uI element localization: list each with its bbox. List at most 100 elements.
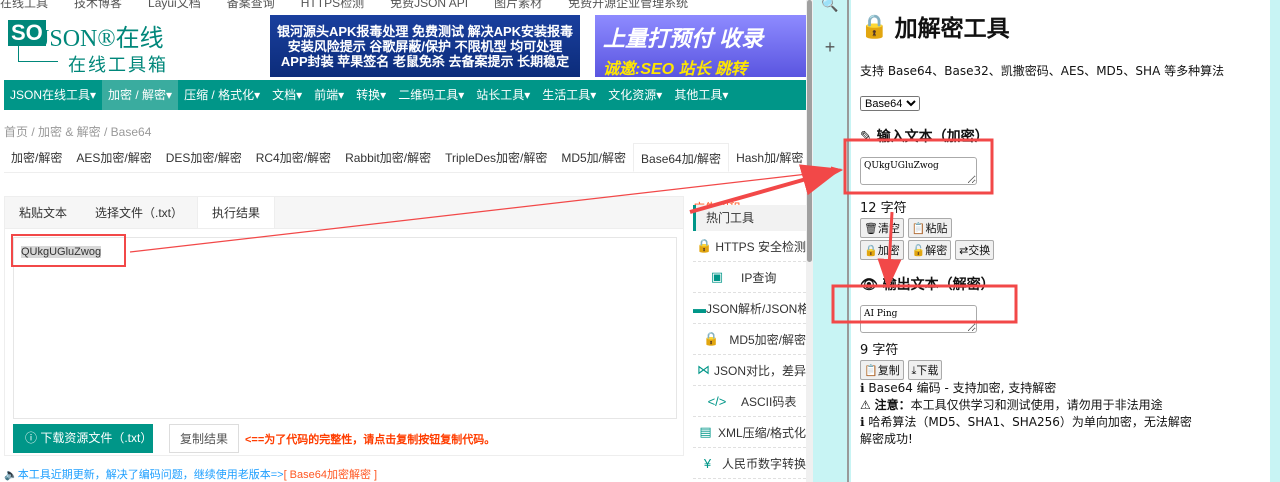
ad-line: 诚邀:SEO 站长 跳转 xyxy=(603,61,748,78)
tab[interactable]: MD5加/解密 xyxy=(554,143,633,172)
input-count: 12 字符 xyxy=(860,201,907,216)
nav-item-crypto[interactable]: 加密 / 解密▾ xyxy=(102,80,179,110)
tab-hash[interactable]: Hash加/解密 xyxy=(729,143,806,172)
ad-banner-seo[interactable]: 上量打预付 收录 诚邀:SEO 站长 跳转 xyxy=(595,15,806,78)
copy-result-button[interactable]: 复制结果 xyxy=(169,424,239,453)
status-text: 解密成功! xyxy=(860,432,913,446)
ad-line: 安装风险提示 谷歌屏蔽/保护 不限机型 均可处理 xyxy=(287,39,563,54)
nav-item[interactable]: 转换▾ xyxy=(350,80,392,110)
download-button[interactable]: ⤓下载 xyxy=(907,360,943,380)
hot-tool-item[interactable]: ⋈ JSON对比，差异 xyxy=(693,355,806,386)
plus-icon[interactable]: + xyxy=(813,37,847,58)
search-icon[interactable]: 🔍 xyxy=(813,0,847,13)
logo-line xyxy=(18,46,58,62)
scrollbar-thumb[interactable] xyxy=(807,0,812,262)
download-label: 下载资源文件（.txt） xyxy=(40,431,153,445)
tab-result[interactable]: 执行结果 xyxy=(197,197,276,228)
info-line: ℹ 哈希算法（MD5、SHA1、SHA256）为单向加密，无法解密 xyxy=(860,415,1192,429)
tab-file[interactable]: 选择文件（.txt） xyxy=(81,197,197,228)
nav-item[interactable]: 文化资源▾ xyxy=(602,80,668,110)
decrypt-button[interactable]: 🔓解密 xyxy=(907,240,952,260)
hot-tool-item[interactable]: ▬JSON解析/JSON格式化 xyxy=(693,293,806,324)
copy-warning: <==为了代码的完整性，请点击复制按钮复制代码。 xyxy=(245,434,496,446)
result-area[interactable]: QUkgUGluZwog xyxy=(13,237,677,419)
crypto-tool-panel: 🔒 加解密工具 支持 Base64、Base32、凯撒密码、AES、MD5、SHA… xyxy=(851,0,1270,482)
ad-banner-apk[interactable]: 银河源头APK报毒处理 免费测试 解决APK安装报毒 安装风险提示 谷歌屏蔽/保… xyxy=(270,15,580,77)
speaker-icon: 🔈 xyxy=(4,469,18,481)
xml-icon: ▤ xyxy=(699,424,712,439)
tool-description: 支持 Base64、Base32、凯撒密码、AES、MD5、SHA 等多种算法 xyxy=(860,64,1225,78)
top-link[interactable]: Layui文档 xyxy=(148,0,201,10)
old-version-link[interactable]: [ Base64加密解密 ] xyxy=(284,469,378,481)
output-textarea[interactable]: AI Ping xyxy=(860,305,977,333)
result-text: QUkgUGluZwog xyxy=(21,246,102,258)
output-heading: 输出文本（解密） xyxy=(882,277,995,293)
hot-tool-label: JSON对比，差异 xyxy=(713,363,806,378)
logo-json: JSON®在线 xyxy=(40,26,164,52)
hot-tool-item[interactable]: 🔒 HTTPS 安全检测 xyxy=(693,231,806,262)
hot-tool-label: IP查询 xyxy=(741,270,777,285)
encrypt-button[interactable]: 🔒加密 xyxy=(860,240,904,260)
hot-tool-item[interactable]: ¥ 人民币数字转换 xyxy=(693,448,806,479)
top-link[interactable]: HTTPS检测 xyxy=(301,0,364,10)
hot-tool-label: HTTPS 安全检测 xyxy=(715,239,806,254)
swap-button[interactable]: ⇄交换 xyxy=(955,240,995,260)
edit-icon: ✎ xyxy=(860,129,877,145)
main-nav: JSON在线工具▾ 加密 / 解密▾ 压缩 / 格式化▾ 文档▾ 前端▾ 转换▾… xyxy=(4,80,806,110)
tool-title: 加解密工具 xyxy=(894,16,1010,42)
sojson-page: 在线工具 技术博客 Layui文档 备案查询 HTTPS检测 免费JSON AP… xyxy=(0,0,806,482)
logo[interactable]: SO JSON®在线 在线工具箱 xyxy=(8,18,168,78)
top-link[interactable]: 图片素材 xyxy=(494,0,542,10)
nav-item[interactable]: 压缩 / 格式化▾ xyxy=(178,80,266,110)
hot-tools-title: 热门工具 xyxy=(693,205,806,231)
yen-icon: ¥ xyxy=(703,455,712,471)
tab[interactable]: Rabbit加密/解密 xyxy=(338,143,438,172)
clear-button[interactable]: 🗑清空 xyxy=(860,218,904,238)
ad-line: 银河源头APK报毒处理 免费测试 解决APK安装报毒 xyxy=(276,24,574,39)
nav-item[interactable]: 其他工具▾ xyxy=(668,80,734,110)
download-button[interactable]: ⓘ 下载资源文件（.txt） xyxy=(13,424,153,453)
top-links: 在线工具 技术博客 Layui文档 备案查询 HTTPS检测 免费JSON AP… xyxy=(0,0,741,215)
algorithm-select[interactable]: Base64 xyxy=(860,96,920,111)
scrollbar[interactable] xyxy=(806,0,813,482)
nav-item[interactable]: 生活工具▾ xyxy=(536,80,602,110)
hot-tool-item[interactable]: ▤ XML压缩/格式化 xyxy=(693,417,806,448)
note-text: 本工具近期更新，解决了编码问题，继续使用老版本=> xyxy=(17,469,284,481)
tab[interactable]: AES加密/解密 xyxy=(69,143,158,172)
top-link[interactable]: 免费JSON API xyxy=(390,0,468,10)
logo-sub: 在线工具箱 xyxy=(68,55,168,75)
nav-item[interactable]: 文档▾ xyxy=(266,80,308,110)
hot-tools: 热门工具 🔒HTTPS 安全检测▣IP查询▬JSON解析/JSON格式化 🔒 MD5… xyxy=(693,205,806,479)
top-link[interactable]: 备案查询 xyxy=(227,0,275,10)
lock-icon: 🔒 xyxy=(703,331,720,346)
top-link[interactable]: 在线工具 xyxy=(0,0,48,10)
hot-tool-label: XML压缩/格式化 xyxy=(717,425,806,440)
hot-tool-label: MD5加密/解密 xyxy=(729,332,806,347)
tool-panel: 粘贴文本 选择文件（.txt） 执行结果 QUkgUGluZwog ⓘ 下载资源… xyxy=(4,196,684,456)
hot-tool-item[interactable]: </> ASCII码表 xyxy=(693,386,806,417)
ad-line: 上量打预付 收录 xyxy=(603,26,764,51)
input-textarea[interactable]: QUkgUGluZwog xyxy=(860,157,977,185)
tab[interactable]: TripleDes加密/解密 xyxy=(438,143,554,172)
copy-button[interactable]: 📋复制 xyxy=(860,360,904,380)
output-count: 9 字符 xyxy=(860,343,899,358)
paste-button[interactable]: 📋粘贴 xyxy=(907,218,952,238)
tab-base64[interactable]: Base64加/解密 xyxy=(633,143,730,172)
update-note: 🔈本工具近期更新，解决了编码问题，继续使用老版本=>[ Base64加密解密 ] xyxy=(4,466,377,482)
hot-tool-item[interactable]: 🔒 MD5加密/解密 xyxy=(693,324,806,355)
top-link[interactable]: 免费开源企业管理系统 xyxy=(568,0,688,10)
breadcrumb: 首页 / 加密 & 解密 / Base64 xyxy=(4,125,152,139)
tab-paste[interactable]: 粘贴文本 xyxy=(5,197,81,228)
nav-item[interactable]: 前端▾ xyxy=(308,80,350,110)
tab[interactable]: 加密/解密 xyxy=(4,143,69,172)
tab[interactable]: DES加密/解密 xyxy=(159,143,249,172)
nav-item[interactable]: 二维码工具▾ xyxy=(392,80,470,110)
hot-tool-label: 人民币数字转换 xyxy=(721,456,806,471)
top-link[interactable]: 技术博客 xyxy=(74,0,122,10)
nav-item[interactable]: 站长工具▾ xyxy=(470,80,536,110)
warning-icon: ⚠ xyxy=(860,398,875,412)
nav-item[interactable]: JSON在线工具▾ xyxy=(4,80,102,110)
hot-tool-label: JSON解析/JSON格式化 xyxy=(706,301,806,316)
hot-tool-item[interactable]: ▣ IP查询 xyxy=(693,262,806,293)
tab[interactable]: RC4加密/解密 xyxy=(249,143,338,172)
